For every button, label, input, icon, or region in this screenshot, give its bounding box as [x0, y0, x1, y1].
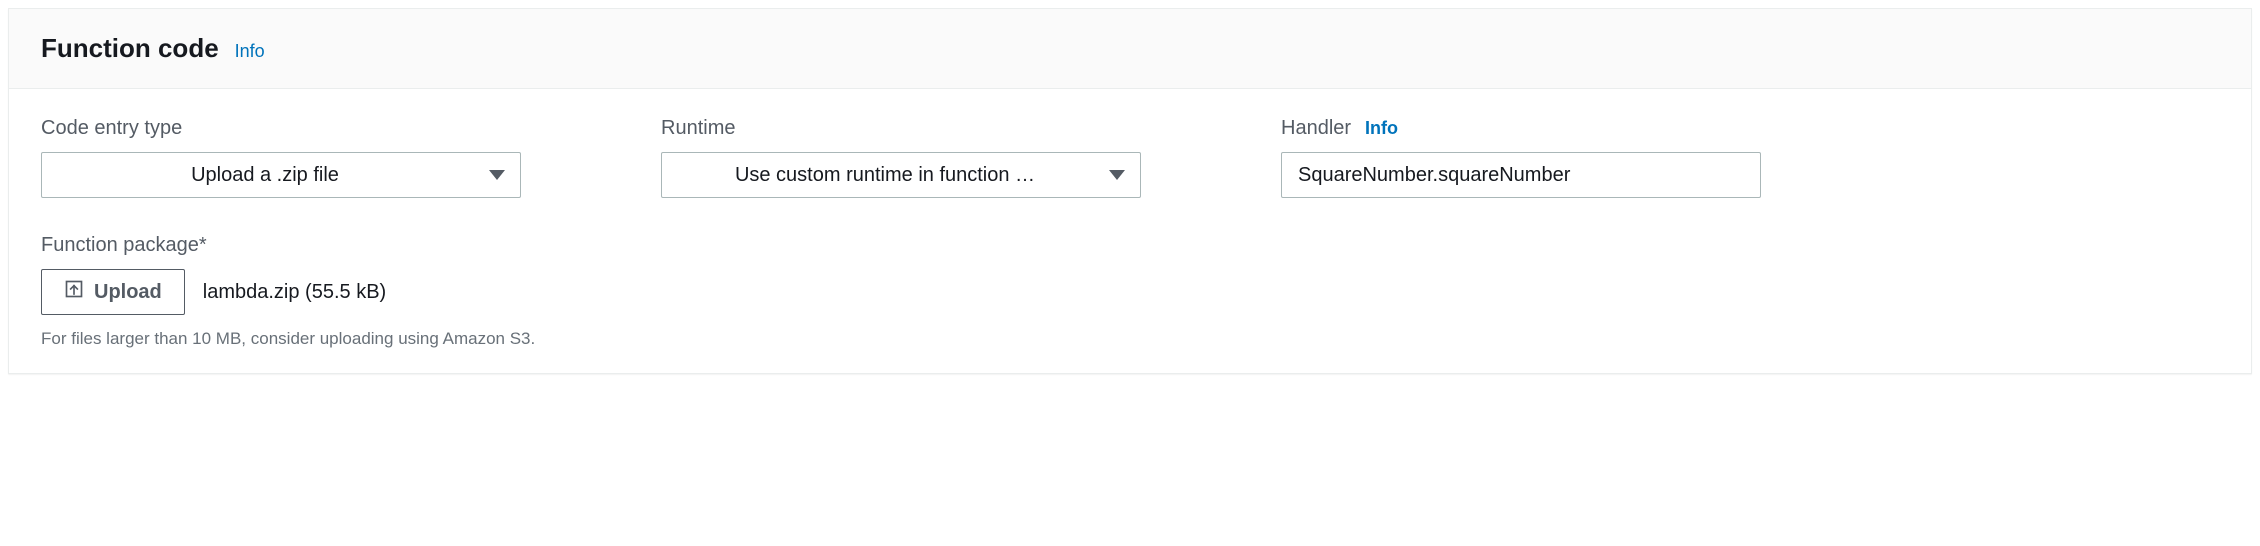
code-entry-type-field: Code entry type Upload a .zip file — [41, 117, 521, 198]
panel-header: Function code Info — [9, 9, 2251, 89]
function-package-label-row: Function package* — [41, 234, 2219, 257]
runtime-label: Runtime — [661, 117, 735, 140]
function-package-field: Function package* Upload lambda.zip (55.… — [41, 234, 2219, 349]
code-entry-type-label: Code entry type — [41, 117, 182, 140]
handler-input[interactable] — [1281, 152, 1761, 198]
handler-field: Handler Info — [1281, 117, 1761, 198]
code-entry-type-select[interactable]: Upload a .zip file — [41, 152, 521, 198]
upload-icon — [64, 279, 84, 305]
runtime-select-wrap: Use custom runtime in function … — [661, 152, 1141, 198]
upload-button-label: Upload — [94, 281, 162, 304]
runtime-field: Runtime Use custom runtime in function … — [661, 117, 1141, 198]
code-entry-type-select-wrap: Upload a .zip file — [41, 152, 521, 198]
function-package-label: Function package* — [41, 234, 207, 257]
function-code-panel: Function code Info Code entry type Uploa… — [8, 8, 2252, 374]
upload-row: Upload lambda.zip (55.5 kB) — [41, 269, 2219, 315]
function-package-help: For files larger than 10 MB, consider up… — [41, 329, 2219, 349]
code-entry-type-label-row: Code entry type — [41, 117, 521, 140]
handler-label-row: Handler Info — [1281, 117, 1761, 140]
runtime-select[interactable]: Use custom runtime in function … — [661, 152, 1141, 198]
panel-body: Code entry type Upload a .zip file Runti… — [9, 89, 2251, 373]
form-row-top: Code entry type Upload a .zip file Runti… — [41, 117, 2219, 198]
upload-filename: lambda.zip (55.5 kB) — [203, 281, 386, 304]
panel-info-link[interactable]: Info — [235, 41, 265, 62]
panel-title: Function code — [41, 33, 219, 64]
upload-button[interactable]: Upload — [41, 269, 185, 315]
handler-info-link[interactable]: Info — [1365, 118, 1398, 139]
runtime-label-row: Runtime — [661, 117, 1141, 140]
handler-label: Handler — [1281, 117, 1351, 140]
